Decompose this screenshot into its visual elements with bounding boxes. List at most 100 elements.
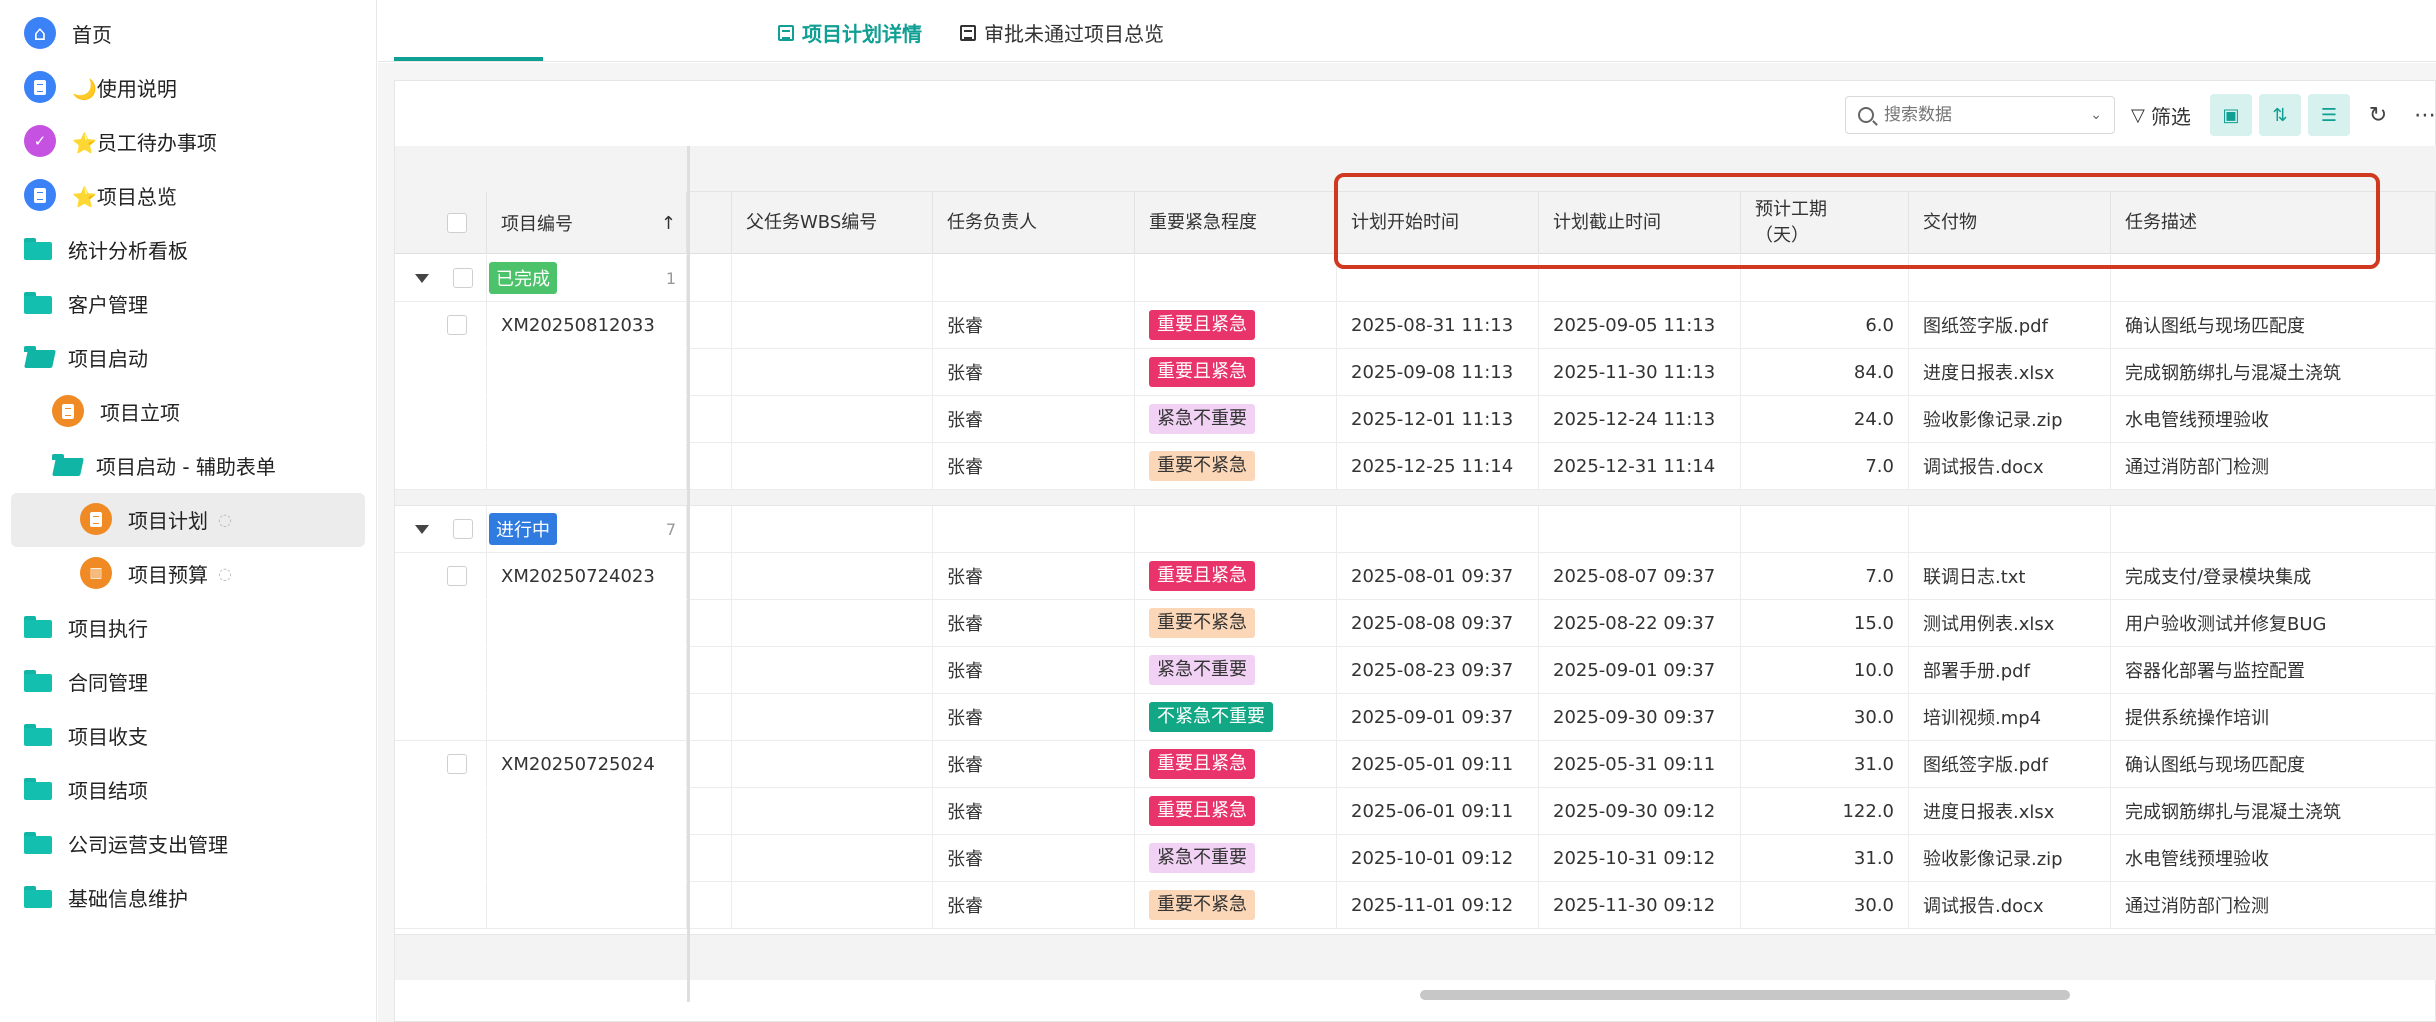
table-row[interactable]: 张睿 紧急不重要 2025-10-01 09:12 2025-10-31 09:12 3… <box>395 835 2436 883</box>
search-box[interactable]: ⌄ <box>1845 96 2115 134</box>
tab-project-plan-detail[interactable]: 项目计划详情 <box>778 18 922 47</box>
cell-start: 2025-08-23 09:37 <box>1337 647 1539 693</box>
group-row[interactable]: 进行中 7 <box>395 506 2436 553</box>
cell-text: 确认图纸与现场匹配度 <box>2125 316 2305 337</box>
table-row[interactable]: 张睿 不紧急不重要 2025-09-01 09:37 2025-09-30 09:37… <box>395 694 2436 741</box>
group-empty-cell <box>1337 255 1539 301</box>
cell-text: 2025-08-22 09:37 <box>1553 612 1716 634</box>
cell-text: 完成支付/登录模块集成 <box>2125 567 2312 588</box>
header-select-all[interactable] <box>395 192 487 254</box>
table-row[interactable]: XM20250725024 张睿 重要且紧急 2025-05-01 09:11 2025… <box>395 741 2436 789</box>
table-row[interactable]: XM20250812033 张睿 重要且紧急 2025-08-31 11:13 2025… <box>395 302 2436 350</box>
sidebar-item[interactable]: ▥ 项目预算 ◌ <box>80 546 232 600</box>
group-checkbox[interactable] <box>453 519 473 539</box>
sort-button[interactable]: ⇅ <box>2259 94 2301 136</box>
cell-spacer <box>690 788 732 834</box>
cell-text: 确认图纸与现场匹配度 <box>2125 755 2305 776</box>
sidebar-item[interactable]: 项目启动 <box>24 330 148 384</box>
column-header[interactable]: 任务负责人 <box>933 192 1135 254</box>
sidebar: ⌂ 首页 🌙使用说明 ✓ ⭐员工待办事项 ⭐项目总览 统计分析看板 客户管理 项目启动 项目立项项… <box>0 0 377 1022</box>
cell-end: 2025-09-05 11:13 <box>1539 302 1741 348</box>
table-row[interactable]: 张睿 重要且紧急 2025-06-01 09:11 2025-09-30 09:12 1… <box>395 788 2436 836</box>
column-header[interactable]: 任务描述 <box>2111 192 2436 254</box>
table-row[interactable]: XM20250724023 张睿 重要且紧急 2025-08-01 09:37 2025… <box>395 553 2436 601</box>
refresh-button[interactable]: ↻ <box>2357 94 2399 136</box>
table-row[interactable]: 张睿 重要不紧急 2025-08-08 09:37 2025-08-22 09:37 1… <box>395 600 2436 648</box>
table-row[interactable]: 张睿 紧急不重要 2025-12-01 11:13 2025-12-24 11:13 2… <box>395 396 2436 444</box>
priority-tag: 重要且紧急 <box>1149 796 1255 826</box>
cell-text: 2025-08-23 09:37 <box>1351 659 1514 681</box>
group-checkbox[interactable] <box>453 268 473 288</box>
column-header[interactable]: 预计工期 （天） <box>1741 192 1909 254</box>
group-button[interactable]: ☰ <box>2308 94 2350 136</box>
sidebar-item-label: 项目预算 <box>128 562 208 587</box>
row-select-cell <box>395 302 487 348</box>
cell-desc: 提供系统操作培训 <box>2111 694 2436 740</box>
sidebar-item[interactable]: 合同管理 <box>24 654 148 708</box>
more-button[interactable]: ⋯ <box>2404 94 2436 136</box>
cell-text: 验收影像记录.zip <box>1923 849 2063 870</box>
search-input[interactable] <box>1884 105 2074 125</box>
priority-tag: 重要且紧急 <box>1149 310 1255 340</box>
cell-spacer <box>690 443 732 489</box>
cell-project-code <box>487 882 687 928</box>
column-header-label: 预计工期 （天） <box>1755 199 1827 246</box>
cell-spacer <box>690 600 732 646</box>
priority-tag: 重要且紧急 <box>1149 357 1255 387</box>
priority-tag: 重要且紧急 <box>1149 749 1255 779</box>
column-header[interactable]: 交付物 <box>1909 192 2111 254</box>
checkbox[interactable] <box>447 213 467 233</box>
filter-button[interactable]: ▽ 筛选 <box>2131 101 2191 130</box>
cell-priority: 紧急不重要 <box>1135 835 1337 881</box>
cell-parent-wbs <box>732 788 933 834</box>
cell-deliverable: 进度日报表.xlsx <box>1909 788 2111 834</box>
sidebar-item[interactable]: 统计分析看板 <box>24 222 188 276</box>
horizontal-scrollbar[interactable] <box>1420 990 2070 1000</box>
sidebar-item-label: 项目启动 <box>68 346 148 371</box>
header-project-code[interactable]: 项目编号 ↑ <box>487 192 687 254</box>
table-row[interactable]: 张睿 紧急不重要 2025-08-23 09:37 2025-09-01 09:37 1… <box>395 647 2436 695</box>
column-header[interactable]: 计划开始时间 <box>1337 192 1539 254</box>
caret-down-icon[interactable] <box>415 524 429 534</box>
sidebar-item[interactable]: 项目收支 <box>24 708 148 762</box>
column-header[interactable]: 计划截止时间 <box>1539 192 1741 254</box>
chevron-down-icon[interactable]: ⌄ <box>2090 107 2102 123</box>
sidebar-item[interactable]: 客户管理 <box>24 276 148 330</box>
sidebar-item[interactable]: 🌙使用说明 <box>24 60 177 114</box>
cell-text: 31.0 <box>1853 753 1894 775</box>
folder-icon <box>24 724 52 746</box>
column-header[interactable]: 重要紧急程度 <box>1135 192 1337 254</box>
cell-text: 122.0 <box>1842 800 1894 822</box>
card-view-button[interactable]: ▣ <box>2210 94 2252 136</box>
row-checkbox[interactable] <box>447 754 467 774</box>
sidebar-item[interactable]: 项目启动 - 辅助表单 <box>52 438 276 492</box>
row-checkbox[interactable] <box>447 566 467 586</box>
caret-down-icon[interactable] <box>415 273 429 283</box>
sidebar-item[interactable]: ⌂ 首页 <box>24 6 112 60</box>
folder-icon <box>24 886 52 908</box>
sidebar-item[interactable]: 项目结项 <box>24 762 148 816</box>
sort-ascending-icon[interactable]: ↑ <box>661 213 676 234</box>
column-header[interactable]: 父任务WBS编号 <box>732 192 933 254</box>
sidebar-item[interactable]: 项目执行 <box>24 600 148 654</box>
group-status-tag: 进行中 <box>489 513 557 545</box>
column-header-label: 父任务WBS编号 <box>746 212 878 233</box>
sidebar-item[interactable]: ✓ ⭐员工待办事项 <box>24 114 217 168</box>
sidebar-item[interactable]: 项目计划 ◌ <box>80 492 232 546</box>
cell-spacer <box>690 255 732 301</box>
table-row[interactable]: 张睿 重要且紧急 2025-09-08 11:13 2025-11-30 11:13 8… <box>395 349 2436 397</box>
cell-days: 15.0 <box>1741 600 1909 646</box>
sidebar-item[interactable]: 项目立项 <box>52 384 180 438</box>
tab-rejected-overview[interactable]: 审批未通过项目总览 <box>960 18 1164 47</box>
row-select-cell <box>395 741 487 787</box>
cell-text: 张睿 <box>947 708 983 729</box>
table-row[interactable]: 张睿 重要不紧急 2025-12-25 11:14 2025-12-31 11:14 7… <box>395 443 2436 490</box>
row-checkbox[interactable] <box>447 315 467 335</box>
row-select-cell <box>395 835 487 881</box>
project-code-text: XM20250724023 <box>501 565 655 587</box>
group-row[interactable]: 已完成 1 <box>395 255 2436 302</box>
sidebar-item[interactable]: 基础信息维护 <box>24 870 188 924</box>
sidebar-item[interactable]: 公司运营支出管理 <box>24 816 228 870</box>
table-row[interactable]: 张睿 重要不紧急 2025-11-01 09:12 2025-11-30 09:12 3… <box>395 882 2436 929</box>
sidebar-item[interactable]: ⭐项目总览 <box>24 168 177 222</box>
